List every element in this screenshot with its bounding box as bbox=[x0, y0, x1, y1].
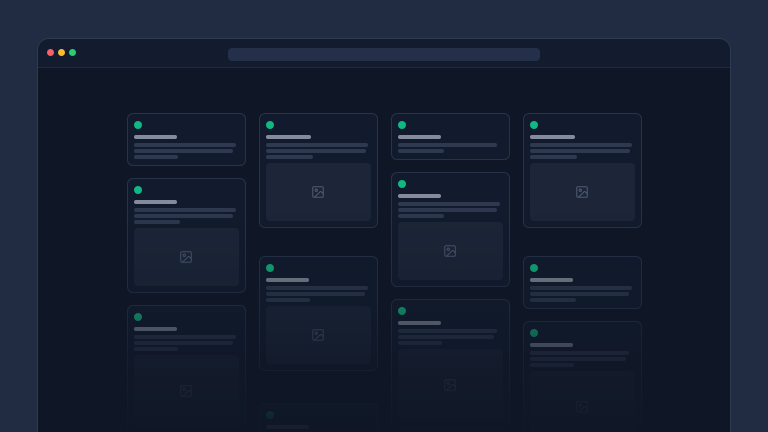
window-titlebar bbox=[38, 39, 730, 68]
status-dot bbox=[266, 411, 274, 419]
feed-card[interactable] bbox=[523, 321, 642, 432]
skeleton-line bbox=[134, 208, 237, 212]
close-button[interactable] bbox=[47, 49, 54, 56]
skeleton-line bbox=[530, 149, 631, 153]
image-icon bbox=[311, 328, 325, 342]
image-placeholder bbox=[266, 163, 371, 221]
grid-column bbox=[523, 113, 642, 432]
grid-column bbox=[259, 113, 378, 432]
status-dot bbox=[398, 307, 406, 315]
skeleton-line bbox=[398, 214, 444, 218]
skeleton-line bbox=[530, 143, 633, 147]
card-grid bbox=[38, 68, 730, 432]
skeleton-line bbox=[134, 214, 234, 218]
status-dot bbox=[134, 121, 142, 129]
skeleton-line bbox=[530, 363, 574, 367]
window-controls bbox=[47, 49, 76, 56]
feed-card[interactable] bbox=[391, 113, 510, 160]
skeleton-line bbox=[134, 155, 178, 159]
skeleton-line bbox=[398, 341, 442, 345]
maximize-button[interactable] bbox=[69, 49, 76, 56]
skeleton-line bbox=[530, 357, 627, 361]
status-dot bbox=[398, 121, 406, 129]
skeleton-line bbox=[266, 286, 369, 290]
status-dot bbox=[134, 186, 142, 194]
feed-card[interactable] bbox=[391, 299, 510, 428]
feed-card[interactable] bbox=[391, 172, 510, 287]
image-icon bbox=[575, 400, 589, 414]
feed-card[interactable] bbox=[127, 178, 246, 293]
skeleton-line bbox=[398, 143, 498, 147]
status-dot bbox=[266, 264, 274, 272]
status-dot bbox=[530, 121, 538, 129]
feed-card[interactable] bbox=[523, 113, 642, 228]
image-placeholder bbox=[134, 355, 239, 427]
url-bar[interactable] bbox=[228, 48, 540, 61]
skeleton-title bbox=[530, 135, 575, 139]
status-dot bbox=[530, 264, 538, 272]
grid-column bbox=[127, 113, 246, 432]
skeleton-line bbox=[398, 208, 498, 212]
image-icon bbox=[179, 384, 193, 398]
minimize-button[interactable] bbox=[58, 49, 65, 56]
skeleton-line bbox=[266, 143, 369, 147]
status-dot bbox=[134, 313, 142, 321]
skeleton-line bbox=[134, 347, 178, 351]
status-dot bbox=[266, 121, 274, 129]
skeleton-line bbox=[266, 155, 313, 159]
browser-window bbox=[37, 38, 731, 432]
image-placeholder bbox=[398, 222, 503, 280]
skeleton-line bbox=[398, 335, 495, 339]
image-icon bbox=[179, 250, 193, 264]
image-placeholder bbox=[530, 163, 635, 221]
skeleton-title bbox=[266, 135, 311, 139]
skeleton-line bbox=[266, 149, 367, 153]
skeleton-line bbox=[398, 329, 498, 333]
skeleton-line bbox=[134, 149, 234, 153]
skeleton-line bbox=[398, 202, 501, 206]
skeleton-line bbox=[530, 298, 576, 302]
feed-card[interactable] bbox=[523, 256, 642, 309]
feed-card[interactable] bbox=[259, 403, 378, 432]
image-icon bbox=[575, 185, 589, 199]
skeleton-line bbox=[266, 298, 310, 302]
feed-card[interactable] bbox=[127, 305, 246, 432]
skeleton-title bbox=[134, 327, 177, 331]
skeleton-line bbox=[134, 220, 180, 224]
skeleton-line bbox=[530, 286, 633, 290]
image-placeholder bbox=[398, 349, 503, 421]
skeleton-title bbox=[134, 135, 177, 139]
image-icon bbox=[311, 185, 325, 199]
feed-card[interactable] bbox=[259, 256, 378, 371]
grid-column bbox=[391, 113, 510, 432]
skeleton-line bbox=[398, 149, 444, 153]
skeleton-line bbox=[134, 341, 234, 345]
skeleton-line bbox=[134, 335, 237, 339]
status-dot bbox=[530, 329, 538, 337]
image-icon bbox=[443, 244, 457, 258]
status-dot bbox=[398, 180, 406, 188]
skeleton-title bbox=[530, 343, 573, 347]
skeleton-title bbox=[398, 194, 441, 198]
skeleton-title bbox=[266, 278, 309, 282]
skeleton-title bbox=[398, 135, 441, 139]
skeleton-title bbox=[398, 321, 441, 325]
feed-card[interactable] bbox=[259, 113, 378, 228]
skeleton-line bbox=[530, 292, 630, 296]
skeleton-line bbox=[134, 143, 237, 147]
image-placeholder bbox=[266, 306, 371, 364]
feed-card[interactable] bbox=[127, 113, 246, 166]
image-icon bbox=[443, 378, 457, 392]
image-placeholder bbox=[134, 228, 239, 286]
skeleton-title bbox=[530, 278, 573, 282]
skeleton-line bbox=[530, 351, 630, 355]
image-placeholder bbox=[530, 371, 635, 432]
skeleton-line bbox=[266, 292, 366, 296]
skeleton-title bbox=[134, 200, 177, 204]
skeleton-line bbox=[530, 155, 577, 159]
skeleton-title bbox=[266, 425, 309, 429]
